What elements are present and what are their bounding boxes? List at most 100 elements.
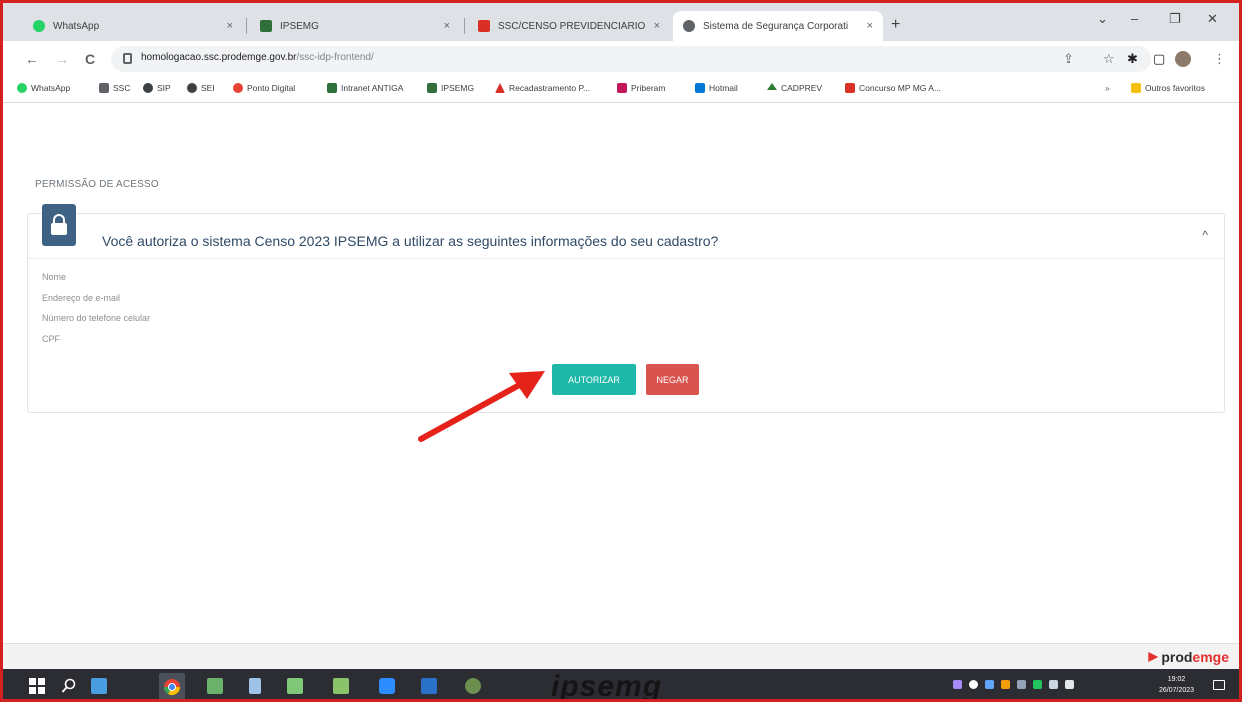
tab-divider — [246, 18, 247, 34]
permission-list: Nome Endereço de e-mail Número do telefo… — [42, 272, 150, 354]
system-clock[interactable]: 19:02 26/07/2023 — [1159, 674, 1194, 696]
close-icon[interactable]: × — [227, 20, 233, 32]
tray-network-icon[interactable] — [1017, 680, 1026, 689]
url-host: homologacao.ssc.prodemge.gov.br — [141, 52, 297, 63]
page-title: PERMISSÃO DE ACESSO — [35, 179, 159, 190]
search-icon[interactable] — [61, 678, 77, 694]
consent-card-header[interactable]: Você autoriza o sistema Censo 2023 IPSEM… — [28, 204, 1224, 259]
bookmark-label: Recadastramento P... — [509, 83, 591, 93]
globe-icon — [143, 83, 153, 93]
bookmark-ipsemg[interactable]: IPSEMG — [427, 83, 474, 93]
minimize-button[interactable]: – — [1131, 11, 1138, 26]
whatsapp-icon — [33, 20, 45, 32]
screenshot-frame: WhatsApp × IPSEMG × SSC/CENSO PREVIDENCI… — [0, 0, 1242, 702]
bookmark-cadprev[interactable]: CADPREV — [767, 83, 822, 93]
ssc-icon — [99, 83, 109, 93]
network-app-icon[interactable] — [333, 678, 349, 694]
url-path: /ssc-idp-frontend/ — [296, 52, 374, 63]
app-window-icon[interactable] — [421, 678, 437, 694]
tray-app-icon[interactable] — [953, 680, 962, 689]
chrome-icon[interactable] — [159, 673, 185, 699]
page-content: PERMISSÃO DE ACESSO Você autoriza o sist… — [3, 103, 1239, 643]
bookmark-label: Outros favoritos — [1145, 83, 1205, 93]
notification-center-icon[interactable] — [1213, 680, 1225, 690]
bookmark-ssc[interactable]: SSC — [99, 83, 130, 93]
tab-ssc-censo[interactable]: SSC/CENSO PREVIDENCIÁRIO × — [468, 11, 670, 41]
bookmark-recadastramento[interactable]: Recadastramento P... — [495, 83, 590, 93]
bookmarks-overflow[interactable]: » — [1105, 83, 1110, 93]
photos-icon[interactable] — [207, 678, 223, 694]
extensions-icon[interactable]: ✱ — [1127, 51, 1138, 67]
warning-triangle-icon — [495, 83, 505, 93]
tab-sistema-seguranca[interactable]: Sistema de Segurança Corporati × — [673, 11, 883, 41]
address-bar[interactable]: homologacao.ssc.prodemge.gov.br/ssc-idp-… — [111, 46, 1151, 72]
clock-date: 26/07/2023 — [1159, 687, 1195, 694]
share-icon[interactable]: ⇪ — [1063, 51, 1074, 67]
globe-icon — [683, 20, 695, 32]
bookmark-label: Intranet ANTIGA — [341, 83, 404, 93]
permission-item-phone: Número do telefone celular — [42, 313, 151, 323]
tab-ipsemg[interactable]: IPSEMG × — [250, 11, 460, 41]
tab-strip: WhatsApp × IPSEMG × SSC/CENSO PREVIDENCI… — [3, 3, 1239, 41]
profile-avatar[interactable] — [1175, 51, 1191, 67]
windows-start-icon[interactable] — [29, 678, 45, 694]
consent-card: Você autoriza o sistema Censo 2023 IPSEM… — [27, 204, 1225, 413]
tray-language-icon[interactable] — [1065, 680, 1074, 689]
bookmark-sei[interactable]: SEI — [187, 83, 215, 93]
task-view-icon[interactable] — [91, 678, 107, 694]
bookmark-label: IPSEMG — [441, 83, 475, 93]
window-close-button[interactable]: ✕ — [1207, 11, 1218, 27]
bookmark-label: SIP — [157, 83, 171, 93]
url-text: homologacao.ssc.prodemge.gov.br/ssc-idp-… — [141, 52, 374, 63]
tray-shield-icon[interactable] — [969, 680, 978, 689]
tab-label: WhatsApp — [53, 20, 100, 32]
zoom-icon[interactable] — [379, 678, 395, 694]
tray-bluetooth-icon[interactable] — [985, 680, 994, 689]
close-icon[interactable]: × — [867, 20, 873, 32]
notepad-icon[interactable] — [249, 678, 261, 694]
reload-button[interactable]: C — [85, 51, 95, 67]
back-button[interactable]: ← — [25, 51, 39, 67]
deny-button[interactable]: NEGAR — [646, 364, 699, 395]
tab-whatsapp[interactable]: WhatsApp × — [23, 11, 243, 41]
permission-item-cpf: CPF — [42, 333, 60, 344]
bookmark-sip[interactable]: SIP — [143, 83, 171, 93]
browser-menu-icon[interactable]: ⋮ — [1213, 51, 1226, 67]
tray-battery-icon[interactable] — [1033, 680, 1042, 689]
bookmark-label: WhatsApp — [31, 83, 71, 93]
bookmark-label: CADPREV — [781, 83, 823, 93]
bookmark-priberam[interactable]: Priberam — [617, 83, 665, 93]
close-icon[interactable]: × — [444, 20, 450, 32]
chevron-up-icon[interactable]: ^ — [1202, 228, 1208, 242]
bookmark-concurso[interactable]: Concurso MP MG A... — [845, 83, 941, 93]
tab-search-button[interactable]: ⌄ — [1097, 11, 1108, 27]
bookmark-label: Concurso MP MG A... — [859, 83, 942, 93]
authorize-button[interactable]: AUTORIZAR — [552, 364, 636, 395]
concurso-icon — [845, 83, 855, 93]
bookmark-star-icon[interactable]: ☆ — [1103, 51, 1115, 67]
bookmark-ponto-digital[interactable]: Ponto Digital — [233, 83, 295, 93]
page-footer: prod emge — [3, 643, 1239, 669]
leaf-app-icon[interactable] — [465, 678, 481, 694]
brand-prefix: prod — [1161, 649, 1193, 665]
bookmark-hotmail[interactable]: Hotmail — [695, 83, 738, 93]
tray-folder-icon[interactable] — [1001, 680, 1010, 689]
priberam-icon — [617, 83, 627, 93]
whatsapp-icon — [17, 83, 27, 93]
globe-icon — [187, 83, 197, 93]
side-panel-icon[interactable]: ▢ — [1153, 51, 1165, 67]
new-tab-button[interactable]: + — [891, 16, 900, 34]
bookmark-intranet-antiga[interactable]: Intranet ANTIGA — [327, 83, 403, 93]
close-icon[interactable]: × — [654, 20, 660, 32]
bookmark-label: SSC — [113, 83, 131, 93]
restore-button[interactable]: ❐ — [1169, 11, 1181, 27]
tab-label: SSC/CENSO PREVIDENCIÁRIO — [498, 20, 646, 32]
bookmark-whatsapp[interactable]: WhatsApp — [17, 83, 70, 93]
prodemge-mark-icon — [1148, 652, 1159, 662]
lock-icon — [123, 53, 132, 64]
outlook-icon — [695, 83, 705, 93]
tray-volume-icon[interactable] — [1049, 680, 1058, 689]
bookmark-outros-favoritos[interactable]: Outros favoritos — [1131, 83, 1205, 93]
remote-desktop-icon[interactable] — [287, 678, 303, 694]
forward-button[interactable]: → — [55, 51, 69, 67]
